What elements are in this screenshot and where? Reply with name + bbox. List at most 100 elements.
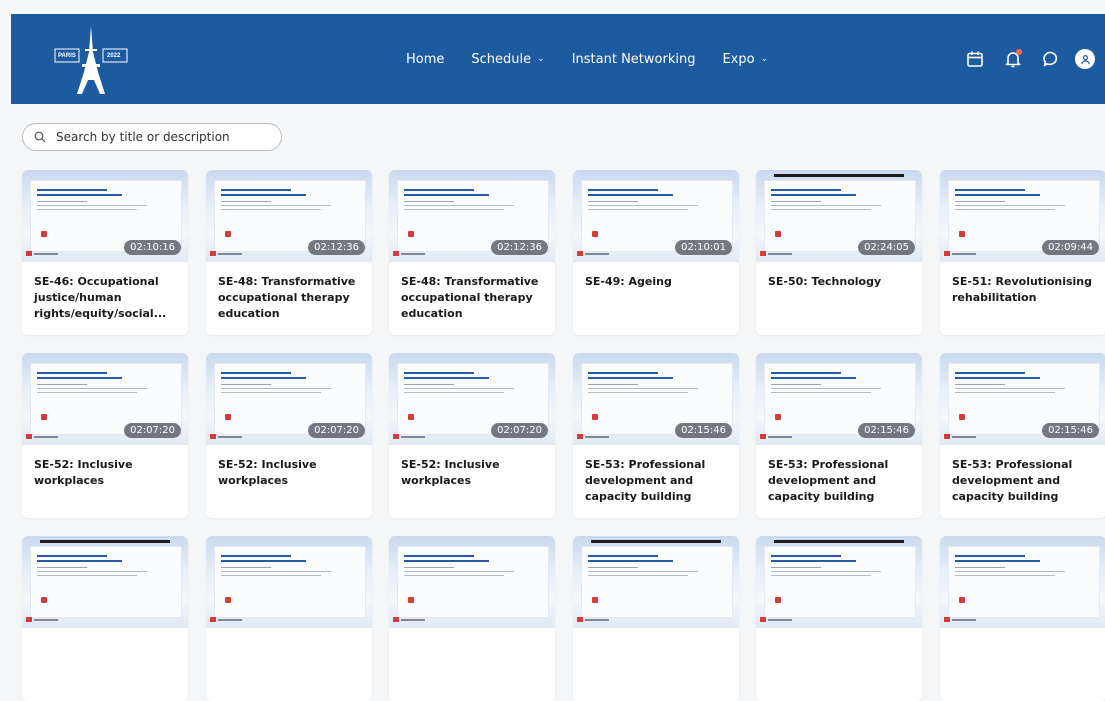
video-frame-bar: [774, 174, 904, 177]
video-frame-bar: [591, 540, 721, 543]
duration-badge: 02:07:20: [491, 423, 548, 438]
session-title: SE-53: Professional development and capa…: [768, 458, 889, 503]
session-thumbnail[interactable]: 02:15:46: [940, 353, 1105, 445]
slide-preview: [948, 546, 1100, 618]
session-thumbnail[interactable]: [756, 536, 922, 628]
duration-badge: 02:07:20: [308, 423, 365, 438]
slide-preview: [214, 546, 366, 618]
logo-mark-icon: [760, 617, 766, 622]
logo-mark-icon: [577, 251, 583, 256]
session-thumbnail[interactable]: 02:12:36: [389, 170, 555, 262]
session-card[interactable]: 02:09:44 SE-51: Revolutionising rehabilit…: [940, 170, 1105, 335]
paris-2022-logo[interactable]: PARIS 2022: [51, 22, 131, 96]
session-card[interactable]: [756, 536, 922, 701]
duration-badge: 02:24:05: [858, 240, 915, 255]
session-thumbnail[interactable]: 02:07:20: [22, 353, 188, 445]
session-title: SE-46: Occupational justice/human rights…: [34, 275, 167, 320]
session-card[interactable]: [22, 536, 188, 701]
video-frame-bar: [774, 540, 904, 543]
session-card[interactable]: [573, 536, 739, 701]
session-title: SE-50: Technology: [768, 275, 882, 288]
session-title: [573, 628, 739, 640]
bell-icon[interactable]: [1003, 49, 1023, 69]
session-title: [940, 628, 1105, 640]
slide-footer-text: [768, 253, 792, 255]
slide-footer-text: [218, 436, 242, 438]
session-thumbnail[interactable]: [206, 536, 372, 628]
slide-footer-text: [952, 619, 976, 621]
session-card[interactable]: [389, 536, 555, 701]
duration-badge: 02:15:46: [675, 423, 732, 438]
slide-footer-text: [34, 253, 58, 255]
slide-footer-text: [768, 436, 792, 438]
logo-mark-icon: [26, 434, 32, 439]
duration-badge: 02:12:36: [308, 240, 365, 255]
slide-footer-text: [401, 619, 425, 621]
session-card[interactable]: 02:15:46 SE-53: Professional development …: [573, 353, 739, 518]
logo-left-text: PARIS: [58, 53, 76, 59]
session-card[interactable]: 02:07:20 SE-52: Inclusive workplaces: [389, 353, 555, 518]
top-header: PARIS 2022 Home Schedule ⌄ Instant Netwo…: [11, 14, 1105, 104]
session-title: [22, 628, 188, 640]
slide-footer-text: [585, 619, 609, 621]
search-bar[interactable]: [22, 123, 282, 151]
nav-schedule-label: Schedule: [471, 51, 532, 67]
calendar-icon[interactable]: [965, 49, 985, 69]
logo-mark-icon: [760, 434, 766, 439]
search-icon: [34, 131, 46, 143]
slide-preview: [30, 546, 182, 618]
session-thumbnail[interactable]: [573, 536, 739, 628]
session-title: SE-49: Ageing: [585, 275, 672, 288]
slide-preview: [581, 546, 733, 618]
session-thumbnail[interactable]: 02:07:20: [389, 353, 555, 445]
session-thumbnail[interactable]: 02:15:46: [573, 353, 739, 445]
logo-mark-icon: [577, 434, 583, 439]
slide-footer-text: [34, 436, 58, 438]
nav-instant-networking[interactable]: Instant Networking: [572, 52, 696, 67]
session-card[interactable]: 02:07:20 SE-52: Inclusive workplaces: [22, 353, 188, 518]
slide-footer-text: [34, 619, 58, 621]
session-thumbnail[interactable]: [940, 536, 1105, 628]
logo-mark-icon: [210, 617, 216, 622]
session-thumbnail[interactable]: 02:15:46: [756, 353, 922, 445]
session-thumbnail[interactable]: [389, 536, 555, 628]
duration-badge: 02:07:20: [124, 423, 181, 438]
session-card[interactable]: 02:24:05 SE-50: Technology: [756, 170, 922, 335]
session-thumbnail[interactable]: 02:24:05: [756, 170, 922, 262]
session-card[interactable]: 02:15:46 SE-53: Professional development …: [756, 353, 922, 518]
logo-mark-icon: [210, 251, 216, 256]
session-title: [756, 628, 922, 640]
session-card[interactable]: 02:12:36 SE-48: Transformative occupation…: [206, 170, 372, 335]
session-thumbnail[interactable]: 02:12:36: [206, 170, 372, 262]
session-card[interactable]: [940, 536, 1105, 701]
slide-preview: [397, 546, 549, 618]
chat-icon[interactable]: [1041, 49, 1061, 69]
slide-footer-text: [952, 253, 976, 255]
session-thumbnail[interactable]: 02:10:16: [22, 170, 188, 262]
session-card[interactable]: 02:15:46 SE-53: Professional development …: [940, 353, 1105, 518]
nav-schedule[interactable]: Schedule ⌄: [471, 52, 544, 67]
session-title: SE-52: Inclusive workplaces: [401, 458, 500, 487]
session-thumbnail[interactable]: 02:09:44: [940, 170, 1105, 262]
logo-mark-icon: [26, 251, 32, 256]
video-frame-bar: [40, 540, 170, 543]
duration-badge: 02:15:46: [1042, 423, 1099, 438]
session-card[interactable]: 02:07:20 SE-52: Inclusive workplaces: [206, 353, 372, 518]
session-title: SE-52: Inclusive workplaces: [34, 458, 133, 487]
logo-mark-icon: [210, 434, 216, 439]
session-card[interactable]: 02:12:36 SE-48: Transformative occupation…: [389, 170, 555, 335]
session-thumbnail[interactable]: 02:10:01: [573, 170, 739, 262]
search-input[interactable]: [54, 129, 258, 145]
session-card[interactable]: 02:10:16 SE-46: Occupational justice/huma…: [22, 170, 188, 335]
session-card[interactable]: [206, 536, 372, 701]
nav-home[interactable]: Home: [406, 52, 444, 67]
chevron-down-icon: ⌄: [760, 54, 769, 64]
duration-badge: 02:10:01: [675, 240, 732, 255]
logo-mark-icon: [393, 617, 399, 622]
session-thumbnail[interactable]: [22, 536, 188, 628]
user-avatar-button[interactable]: [1075, 49, 1095, 69]
session-thumbnail[interactable]: 02:07:20: [206, 353, 372, 445]
nav-expo[interactable]: Expo ⌄: [722, 52, 768, 67]
slide-footer-text: [768, 619, 792, 621]
session-card[interactable]: 02:10:01 SE-49: Ageing: [573, 170, 739, 335]
